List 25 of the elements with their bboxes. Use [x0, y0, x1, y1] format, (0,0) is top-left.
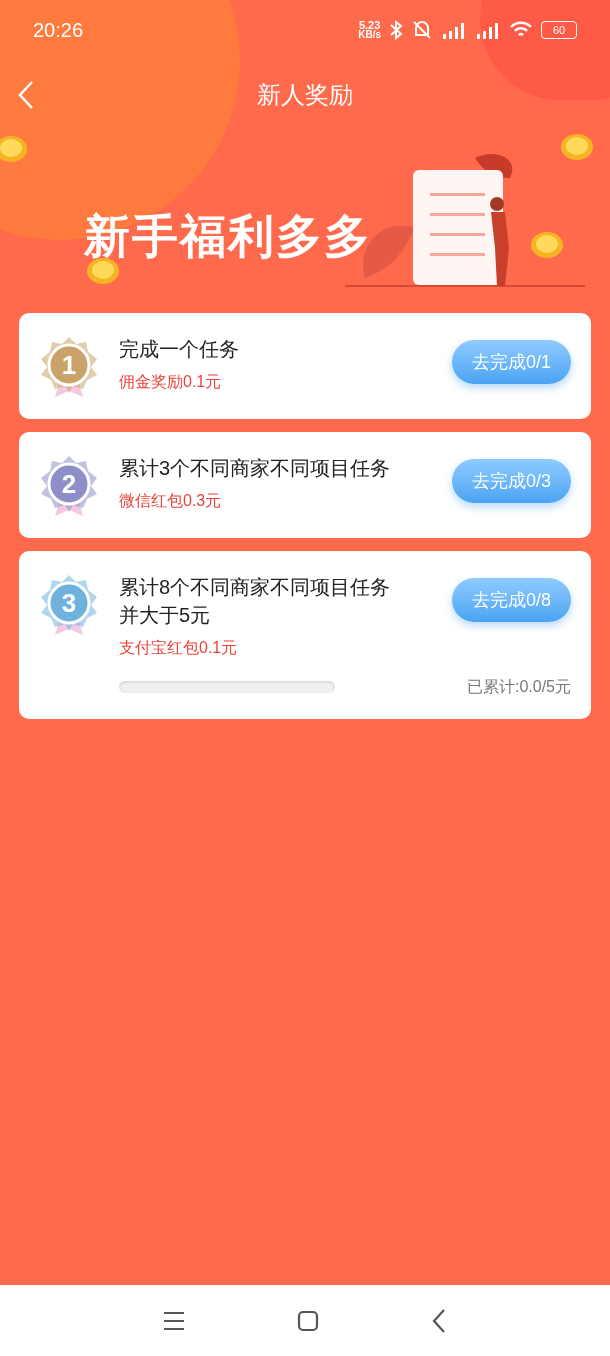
battery-level: 60 — [552, 24, 566, 36]
banner-title: 新手福利多多 — [84, 209, 372, 264]
complete-button[interactable]: 去完成0/1 — [451, 340, 571, 384]
page-title: 新人奖励 — [257, 80, 353, 110]
network-speed-unit: KB/s — [358, 30, 381, 40]
network-speed: 5.23 — [358, 20, 381, 30]
signal-icon — [475, 20, 501, 40]
home-square-icon[interactable] — [296, 1308, 320, 1333]
bluetooth-icon — [389, 20, 403, 40]
signal-icon — [441, 20, 467, 40]
coin-icon — [0, 134, 28, 164]
reward-text: 微信红包0.3元 — [119, 491, 223, 511]
task-title: 完成一个任务 — [119, 337, 240, 362]
complete-button[interactable]: 去完成0/8 — [451, 578, 571, 622]
task-title: 累计3个不同商家不同项目任务 — [119, 456, 392, 481]
back-icon[interactable] — [430, 1307, 448, 1334]
coin-icon — [560, 132, 594, 162]
status-time: 20:26 — [33, 18, 84, 43]
complete-button[interactable]: 去完成0/3 — [451, 459, 571, 503]
progress-reading: 已累计:0.0/5元 — [466, 677, 571, 697]
reward-text: 佣金奖励0.1元 — [119, 372, 223, 392]
reward-text: 支付宝红包0.1元 — [119, 638, 239, 658]
coin-icon — [530, 230, 564, 260]
task-title: 累计8个不同商家不同项目任务并大于5元 — [119, 575, 392, 628]
menu-icon[interactable] — [162, 1309, 186, 1332]
